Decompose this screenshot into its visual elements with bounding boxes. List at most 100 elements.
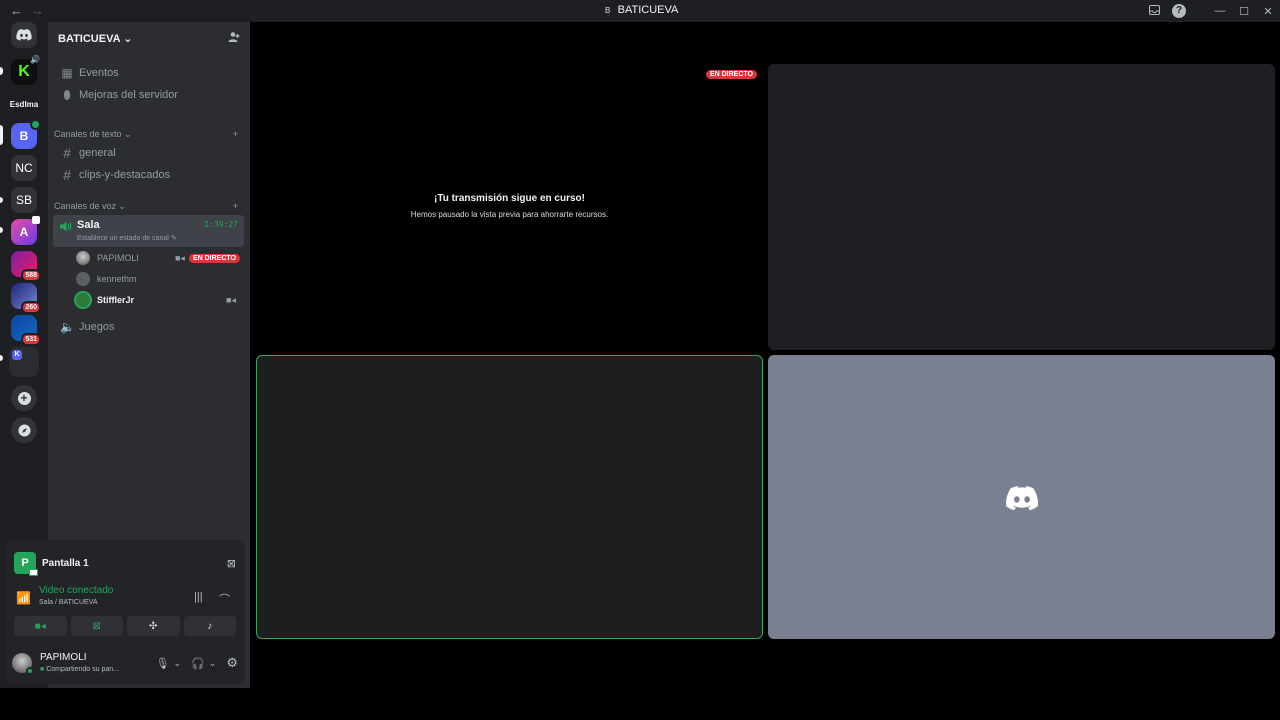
add-icon: + bbox=[17, 391, 31, 405]
user-name: PAPIMOLI bbox=[40, 652, 87, 663]
soundboard-button[interactable]: ♪ bbox=[183, 616, 236, 636]
disconnect-icon[interactable]: ⌒ bbox=[219, 591, 230, 607]
discord-logo-icon bbox=[1006, 486, 1038, 511]
voice-connection: 📶 Video conectado Sala / BATICUEVA ||| ⌒ bbox=[14, 584, 236, 614]
vc-location[interactable]: Sala / BATICUEVA bbox=[39, 599, 97, 606]
window-title: B BATICUEVA bbox=[0, 4, 1280, 17]
avatar bbox=[76, 293, 90, 307]
discover-button[interactable] bbox=[11, 417, 37, 443]
chevron-down-icon[interactable]: ⌄ bbox=[174, 658, 182, 669]
server-folder-1[interactable]: A bbox=[11, 216, 40, 245]
server-sb[interactable]: SB bbox=[11, 187, 37, 213]
voice-timer: 1:39:27 bbox=[204, 220, 238, 229]
paused-title: ¡Tu transmisión sigue en curso! bbox=[434, 193, 585, 204]
text-category[interactable]: Canales de texto ⌄ + bbox=[54, 129, 244, 140]
account-info[interactable]: PAPIMOLI ■ Compartiendo su pan... bbox=[40, 648, 156, 678]
server-k: K bbox=[12, 350, 22, 360]
voice-controls: ■◂ ⊠ ✣ ♪ bbox=[14, 616, 236, 636]
avatar[interactable] bbox=[12, 653, 34, 675]
paused-text: Hemos pausado la vista previa para ahorr… bbox=[410, 210, 609, 219]
camera-button[interactable]: ■◂ bbox=[14, 616, 67, 636]
screen-icon bbox=[29, 569, 38, 576]
status-dot bbox=[26, 667, 34, 675]
voice-category-label: Canales de voz bbox=[54, 201, 117, 211]
stream-card: P Pantalla 1 ⊠ bbox=[14, 549, 236, 577]
channel-status-button[interactable]: Establece un estado de canal ✎ bbox=[77, 234, 177, 242]
video-tile[interactable] bbox=[768, 64, 1275, 350]
inbox-icon[interactable] bbox=[1142, 4, 1166, 18]
boost-icon: ⬮ bbox=[63, 87, 71, 102]
server-badge: B bbox=[604, 6, 611, 15]
voice-channel-sala[interactable]: Sala 1:39:27 Establece un estado de cana… bbox=[53, 215, 244, 247]
hash-icon: # bbox=[63, 167, 71, 183]
minimize-icon[interactable]: — bbox=[1208, 5, 1232, 17]
stop-stream-icon[interactable]: ⊠ bbox=[227, 557, 236, 570]
noise-suppression-icon[interactable]: ||| bbox=[194, 591, 203, 603]
activities-button[interactable]: ✣ bbox=[127, 616, 180, 636]
folder-label: EsdIma bbox=[9, 100, 39, 109]
server-baticueva[interactable]: B bbox=[11, 119, 41, 149]
server-header[interactable]: BATICUEVA ⌄ bbox=[48, 22, 250, 54]
channel-general[interactable]: # general bbox=[54, 143, 244, 163]
text-category-label: Canales de texto bbox=[54, 129, 122, 139]
compass-icon bbox=[17, 423, 31, 437]
voice-user[interactable]: PAPIMOLI ■◂ EN DIRECTO bbox=[76, 248, 240, 268]
calendar-icon: ▦ bbox=[61, 66, 73, 80]
help-icon[interactable]: ? bbox=[1172, 4, 1186, 18]
gear-icon[interactable]: ⚙ bbox=[226, 655, 238, 671]
server-name: BATICUEVA bbox=[58, 32, 121, 45]
live-badge: EN DIRECTO bbox=[705, 70, 757, 79]
title-bar: ← → B BATICUEVA ? — ☐ ✕ bbox=[0, 0, 1280, 22]
camera-icon: ■◂ bbox=[226, 294, 236, 305]
chevron-down-icon[interactable]: ⌄ bbox=[209, 658, 217, 669]
microphone-icon[interactable]: 🎙 bbox=[156, 657, 170, 670]
user-status: ■ Compartiendo su pan... bbox=[40, 666, 119, 673]
camera-icon: ■◂ bbox=[174, 252, 185, 263]
mention-count: 260 bbox=[21, 301, 41, 314]
screen-share-icon: ⊠ bbox=[92, 620, 101, 632]
video-tile-placeholder[interactable] bbox=[768, 355, 1275, 639]
boosts-item[interactable]: ⬮ Mejoras del servidor bbox=[54, 85, 244, 105]
camera-icon: ■◂ bbox=[34, 620, 46, 632]
server-kick[interactable]: K 🔊 bbox=[11, 55, 40, 85]
invite-icon[interactable] bbox=[228, 31, 240, 46]
voice-category[interactable]: Canales de voz ⌄ + bbox=[54, 201, 244, 212]
live-badge: EN DIRECTO bbox=[188, 253, 240, 263]
maximize-icon[interactable]: ☐ bbox=[1232, 5, 1256, 18]
server-nc[interactable]: NC bbox=[11, 155, 37, 181]
speaker-icon: 🔊 bbox=[30, 55, 40, 64]
avatar bbox=[76, 251, 90, 265]
share-screen-button[interactable]: ⊠ bbox=[70, 616, 123, 636]
close-icon[interactable]: ✕ bbox=[1256, 5, 1280, 18]
hash-icon: # bbox=[63, 145, 71, 161]
add-channel-icon[interactable]: + bbox=[233, 201, 238, 212]
headphones-icon[interactable]: 🎧 bbox=[191, 657, 205, 670]
voice-user-name: PAPIMOLI bbox=[97, 253, 139, 263]
voice-channel-juegos[interactable]: 🔈 Juegos bbox=[54, 317, 244, 337]
server-folder-4[interactable]: 531 bbox=[11, 315, 41, 346]
video-tile-speaking[interactable] bbox=[256, 355, 763, 639]
user-panel: P Pantalla 1 ⊠ 📶 Video conectado Sala / … bbox=[5, 540, 245, 684]
channel-clips[interactable]: # clips-y-destacados bbox=[54, 165, 244, 185]
server-baticueva-letter: B bbox=[19, 129, 29, 143]
speaker-icon bbox=[60, 219, 72, 237]
pencil-icon: ✎ bbox=[170, 235, 177, 242]
stream-tile-paused[interactable]: EN DIRECTO ¡Tu transmisión sigue en curs… bbox=[256, 64, 763, 350]
events-item[interactable]: ▦ Eventos bbox=[54, 63, 244, 83]
add-channel-icon[interactable]: + bbox=[233, 129, 238, 140]
voice-user-name: StifflerJr bbox=[97, 295, 135, 305]
stream-avatar: P bbox=[14, 552, 38, 576]
voice-channel-label: Juegos bbox=[79, 321, 115, 333]
signal-icon: 📶 bbox=[16, 591, 31, 605]
server-folder-2[interactable]: 588 bbox=[11, 251, 41, 282]
voice-user[interactable]: kennethm bbox=[76, 269, 240, 289]
add-server-button[interactable]: + bbox=[11, 385, 37, 411]
vc-status: Video conectado bbox=[39, 585, 114, 596]
channel-status-label: Establece un estado de canal bbox=[77, 235, 169, 242]
mention-count: 531 bbox=[21, 333, 41, 346]
discord-home-icon[interactable] bbox=[11, 22, 37, 48]
server-folder-3[interactable]: 260 bbox=[11, 283, 41, 314]
voice-user[interactable]: StifflerJr ■◂ bbox=[76, 290, 240, 310]
channel-label: clips-y-destacados bbox=[79, 169, 171, 181]
server-folder-5[interactable]: K bbox=[9, 347, 39, 377]
